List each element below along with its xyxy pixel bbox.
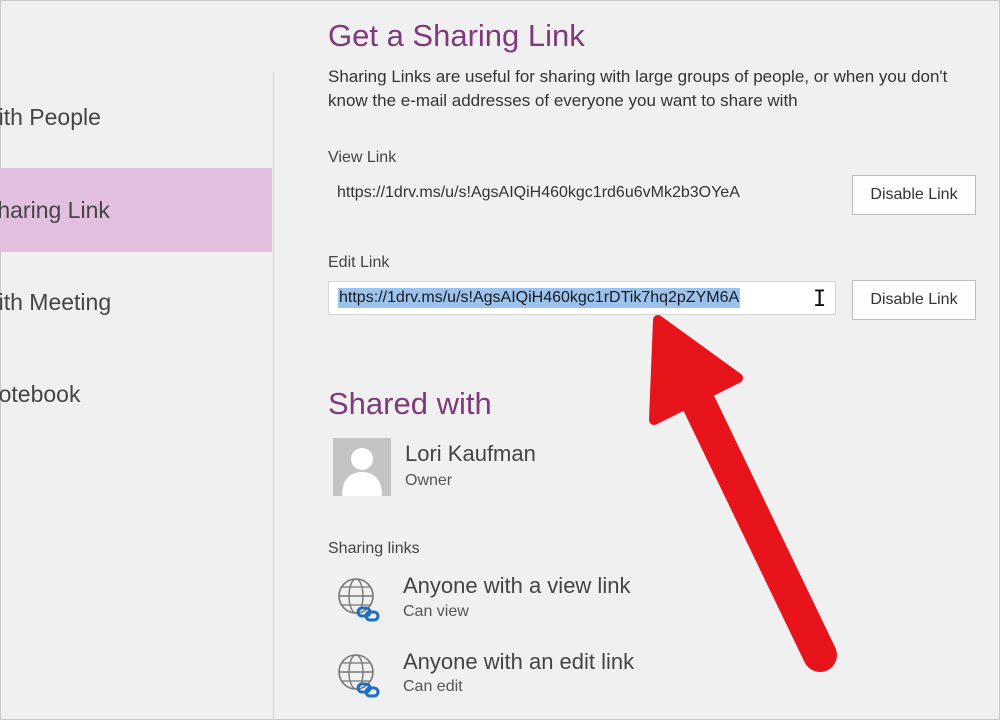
view-link-label: View Link (328, 149, 397, 166)
nav-item-share-with-people[interactable]: with People (0, 75, 272, 159)
person-name: Lori Kaufman (405, 441, 536, 466)
view-link-url: https://1drv.ms/u/s!AgsAIQiH460kgc1rd6u6… (337, 184, 740, 201)
nav-item-label: with People (0, 103, 101, 130)
nav-item-share-with-meeting[interactable]: with Meeting (0, 260, 272, 344)
sharing-description: Sharing Links are useful for sharing wit… (328, 67, 948, 110)
disable-view-link-button[interactable]: Disable Link (852, 175, 976, 215)
nav-divider (273, 72, 274, 720)
nav-item-get-sharing-link[interactable]: Sharing Link (0, 168, 272, 252)
edit-link-entry-permission: Can edit (403, 678, 463, 695)
globe-link-icon (334, 650, 386, 702)
view-link-entry-permission: Can view (403, 603, 469, 620)
globe-link-icon (334, 574, 386, 626)
nav-item-label: Sharing Link (0, 196, 110, 223)
nav-item-move-notebook[interactable]: Notebook (0, 352, 272, 436)
share-navigation: with People Sharing Link with Meeting No… (0, 0, 273, 720)
view-link-field[interactable]: https://1drv.ms/u/s!AgsAIQiH460kgc1rd6u6… (328, 176, 836, 210)
view-link-entry-title[interactable]: Anyone with a view link (403, 573, 630, 599)
annotation-arrow (649, 315, 837, 672)
disable-edit-link-button[interactable]: Disable Link (852, 280, 976, 320)
person-avatar-icon (333, 438, 391, 496)
edit-link-label: Edit Link (328, 254, 390, 271)
person-role: Owner (405, 472, 453, 489)
nav-item-label: with Meeting (0, 288, 112, 315)
edit-link-entry-title[interactable]: Anyone with an edit link (403, 649, 634, 675)
sharing-links-header: Sharing links (328, 540, 420, 557)
shared-with-title: Shared with (328, 386, 492, 421)
nav-item-label: Notebook (0, 380, 81, 407)
page-title: Get a Sharing Link (328, 18, 585, 53)
